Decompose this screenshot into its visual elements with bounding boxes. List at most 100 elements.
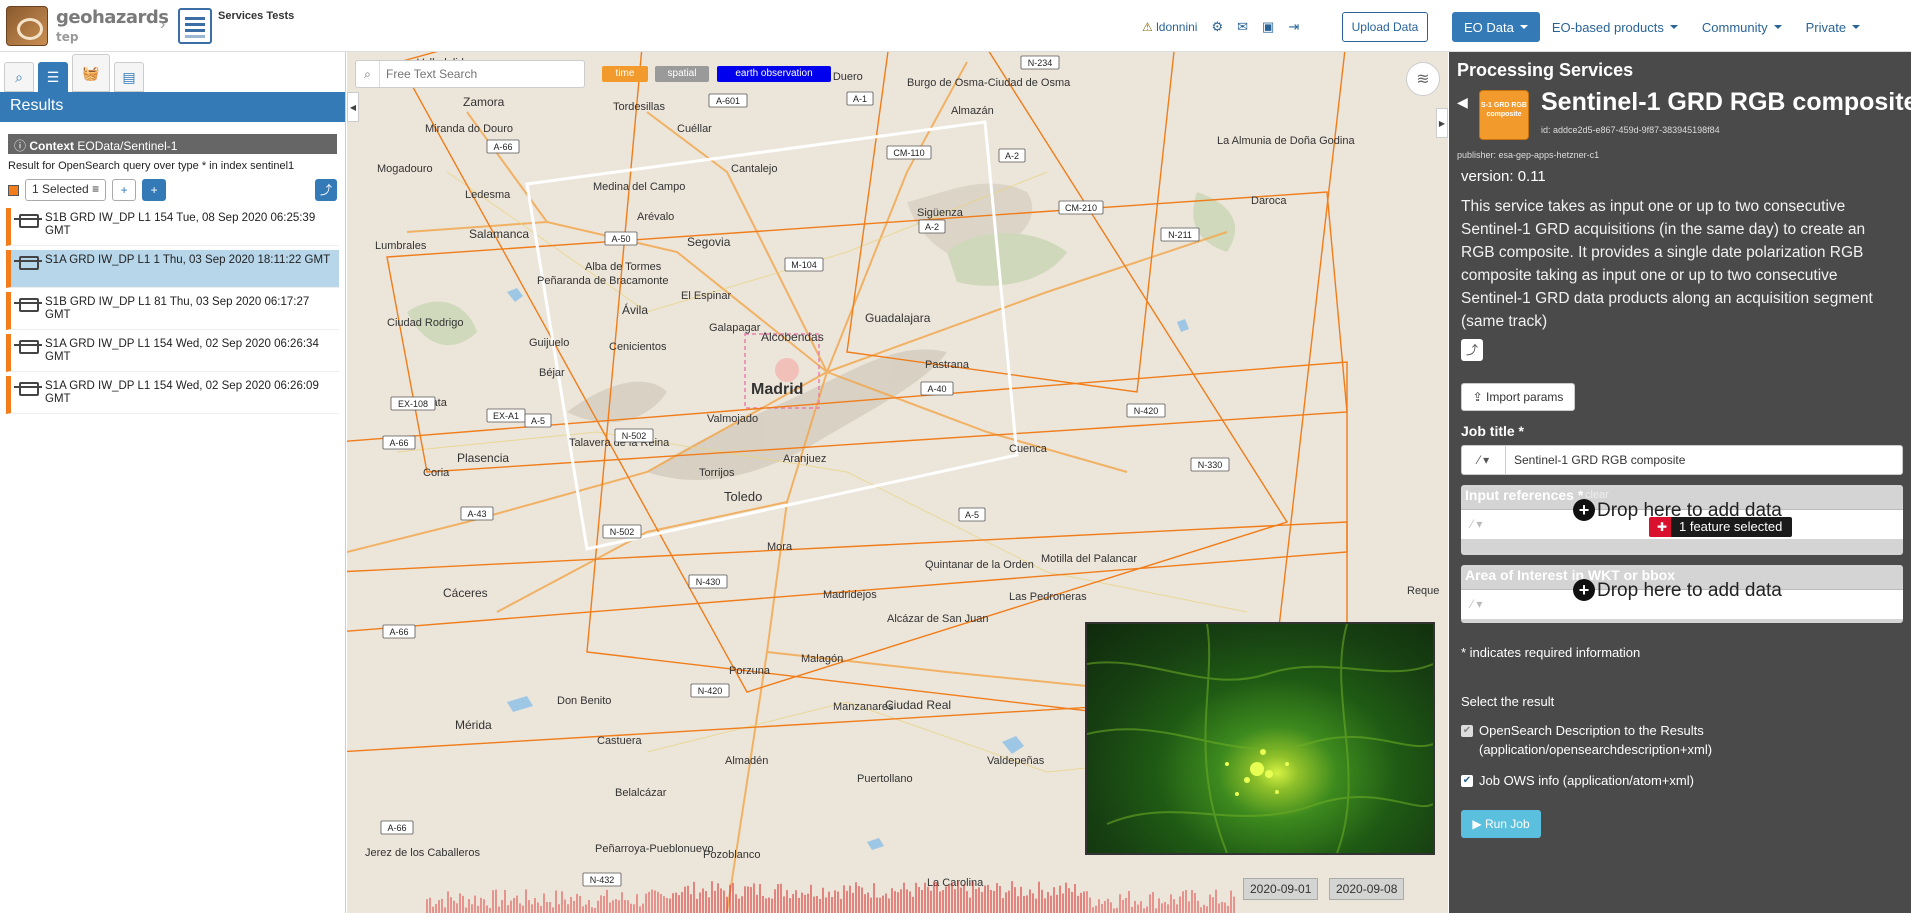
search-tab-icon[interactable]: ⌕ xyxy=(4,62,34,92)
svg-text:CM-210: CM-210 xyxy=(1065,203,1097,213)
svg-text:A-5: A-5 xyxy=(531,416,545,426)
layers-icon[interactable]: ≋ xyxy=(1406,62,1440,96)
top-bar: geohazards tep › Services Tests ⚠ ldonni… xyxy=(0,0,1911,52)
map-label-medina: Medina del Campo xyxy=(593,181,685,193)
list-item[interactable]: S1B GRD IW_DP L1 154 Tue, 08 Sep 2020 06… xyxy=(6,208,339,246)
run-job-button[interactable]: ▶ Run Job xyxy=(1461,810,1541,838)
community-list-icon[interactable] xyxy=(178,8,212,44)
map-label-las-pedroneras: Las Pedroneras xyxy=(1009,591,1087,603)
road-shield: EX-A1 xyxy=(486,408,526,423)
list-icon: ≡ xyxy=(92,182,100,196)
nav-community[interactable]: Community xyxy=(1690,12,1794,42)
road-shield: EX-108 xyxy=(390,396,436,411)
list-item[interactable]: S1A GRD IW_DP L1 1 Thu, 03 Sep 2020 18:1… xyxy=(6,250,339,288)
list-item[interactable]: S1A GRD IW_DP L1 154 Wed, 02 Sep 2020 06… xyxy=(6,334,339,372)
sign-out-icon[interactable]: ⇥ xyxy=(1288,19,1299,35)
facet-earth-observation[interactable]: earth observation xyxy=(717,66,831,82)
nav-private[interactable]: Private xyxy=(1794,12,1872,42)
road-shield: A-2 xyxy=(918,219,946,234)
svg-text:A-66: A-66 xyxy=(389,627,408,637)
svg-text:N-420: N-420 xyxy=(698,686,723,696)
envelope-icon[interactable]: ✉ xyxy=(1237,19,1248,35)
add-to-basket-button[interactable]: + xyxy=(112,179,137,201)
archive-tab-icon[interactable]: ▤ xyxy=(114,62,144,92)
map-label-mogadouro: Mogadouro xyxy=(377,163,433,175)
book-icon[interactable]: ▣ xyxy=(1262,19,1274,35)
road-shield: N-420 xyxy=(690,683,730,698)
map-view[interactable]: Madrid Toledo Alcobendas Ávila Segovia S… xyxy=(347,52,1448,913)
road-shield: N-430 xyxy=(688,574,728,589)
road-shield: N-432 xyxy=(582,872,622,887)
list-item[interactable]: S1A GRD IW_DP L1 154 Wed, 02 Sep 2020 06… xyxy=(6,376,339,414)
map-label-cuellar: Cuéllar xyxy=(677,123,712,135)
search-icon[interactable]: ⌕ xyxy=(356,61,380,87)
results-panel: ⌕ ☰ 🧺 ▤ Results ⓘ Context EOData/Sentine… xyxy=(0,52,346,913)
brand[interactable]: geohazards tep xyxy=(6,6,169,46)
map-label-arevalo: Arévalo xyxy=(637,211,674,223)
road-shield: N-234 xyxy=(1020,55,1060,70)
upload-data-button[interactable]: Upload Data xyxy=(1342,12,1428,42)
option-opensearch-description: ✔ OpenSearch Description to the Results … xyxy=(1449,721,1911,759)
map-label-avila: Ávila xyxy=(622,302,648,317)
road-shield: A-50 xyxy=(604,231,638,246)
service-header: ◀ S-1 GRD RGB composite Sentinel-1 GRD R… xyxy=(1449,88,1911,144)
map-label-penaranda: Peñaranda de Bracamonte xyxy=(537,275,668,287)
option-job-ows-info[interactable]: ✔ Job OWS info (application/atom+xml) xyxy=(1449,771,1911,790)
map-label-la-almunia: La Almunia de Doña Godina xyxy=(1217,135,1355,147)
svg-text:A-66: A-66 xyxy=(389,438,408,448)
timeline-start-date[interactable]: 2020-09-01 xyxy=(1243,878,1319,900)
magic-wand-icon[interactable]: ⁄ ▾ xyxy=(1471,597,1482,611)
magic-wand-icon[interactable]: ⁄ ▾ xyxy=(1462,446,1506,474)
map-label-madridejos: Madridejos xyxy=(823,589,877,601)
caret-down-icon xyxy=(1773,25,1782,29)
map-label-mora: Mora xyxy=(767,541,793,553)
nav-eo-based-products[interactable]: EO-based products xyxy=(1540,12,1690,42)
feature-selected-badge[interactable]: 1 feature selected xyxy=(1649,517,1793,537)
user-link[interactable]: ⚠ ldonnini xyxy=(1142,20,1197,34)
list-tab-icon[interactable]: ☰ xyxy=(38,62,68,92)
share-icon[interactable]: ⤴ xyxy=(315,179,337,201)
basket-tab-icon[interactable]: 🧺 xyxy=(72,54,110,92)
result-text: S1A GRD IW_DP L1 154 Wed, 02 Sep 2020 06… xyxy=(45,380,319,406)
nav-eo-data[interactable]: EO Data xyxy=(1452,12,1540,42)
collapse-right-icon[interactable]: ▶ xyxy=(1436,108,1448,138)
selected-dropdown[interactable]: 1 Selected ≡ xyxy=(25,179,107,201)
facet-spatial[interactable]: spatial xyxy=(655,66,709,82)
gear-icon[interactable]: ⚙ xyxy=(1211,19,1223,35)
timeline-end-date[interactable]: 2020-09-08 xyxy=(1329,878,1405,900)
list-item[interactable]: S1B GRD IW_DP L1 81 Thu, 03 Sep 2020 06:… xyxy=(6,292,339,330)
map-label-alcobendas: Alcobendas xyxy=(761,330,824,344)
magic-wand-icon[interactable]: ⁄ ▾ xyxy=(1471,517,1482,531)
context-label: Context xyxy=(29,139,75,153)
svg-text:N-430: N-430 xyxy=(696,577,721,587)
drop-text: Drop here to add data xyxy=(1597,580,1782,601)
map-label-malagon: Malagón xyxy=(801,653,843,665)
facet-time[interactable]: time xyxy=(602,66,648,82)
select-result-label: Select the result xyxy=(1461,694,1555,709)
aoi-dropzone[interactable]: Area of Interest in WKT or bbox ⁄ ▾ + Dro… xyxy=(1461,565,1903,623)
community-name[interactable]: Services Tests xyxy=(218,10,294,22)
map-label-tordesillas: Tordesillas xyxy=(613,101,665,113)
import-params-button[interactable]: ⇪ Import params xyxy=(1461,383,1575,411)
input-references-dropzone[interactable]: Input references * clear ⁄ ▾ + Drop here … xyxy=(1461,485,1903,555)
service-description: This service takes as input one or up to… xyxy=(1461,198,1873,330)
context-value: EOData/Sentinel-1 xyxy=(77,139,178,153)
checkbox[interactable]: ✔ xyxy=(1461,775,1473,787)
query-text: Result for OpenSearch query over type * … xyxy=(8,160,295,172)
select-all-checkbox[interactable] xyxy=(8,184,19,196)
road-shield: N-502 xyxy=(614,428,654,443)
back-arrow-icon[interactable]: ◀ xyxy=(1457,94,1468,111)
map-label-lumbrales: Lumbrales xyxy=(375,240,427,252)
collapse-left-icon[interactable]: ◀ xyxy=(347,92,359,122)
share-icon[interactable]: ⤴ xyxy=(1461,339,1483,361)
map-label-castuera: Castuera xyxy=(597,735,643,747)
map-label-bejar: Béjar xyxy=(539,367,565,379)
job-title-input[interactable] xyxy=(1506,446,1902,474)
map-label-miranda: Miranda do Douro xyxy=(425,123,513,135)
road-shield: N-330 xyxy=(1190,457,1230,472)
nav-label: EO-based products xyxy=(1551,19,1664,35)
basket-add-button[interactable]: + xyxy=(142,179,167,201)
quicklook-image[interactable] xyxy=(1085,622,1435,855)
map-label-zamora: Zamora xyxy=(463,95,505,109)
search-input[interactable] xyxy=(380,67,570,81)
